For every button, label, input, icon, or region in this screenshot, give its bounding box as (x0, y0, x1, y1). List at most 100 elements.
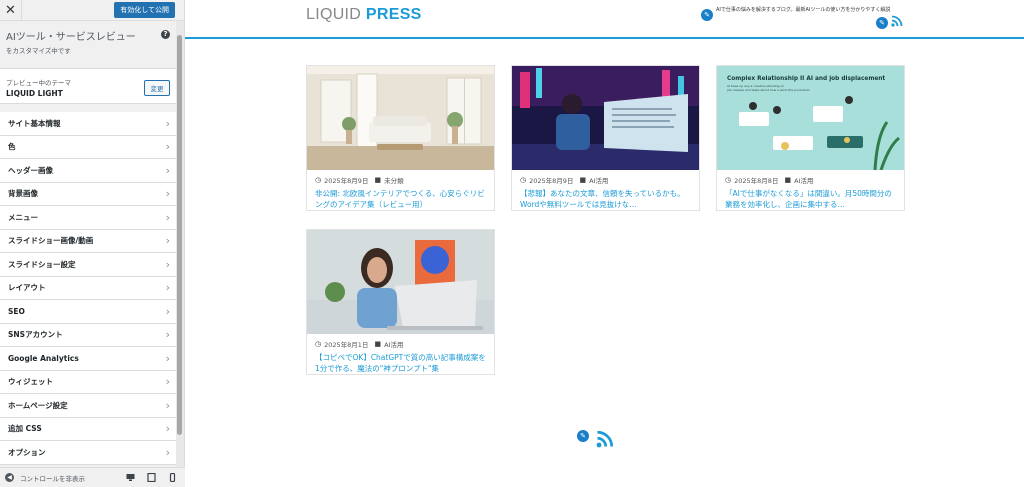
rss-icon[interactable] (891, 15, 903, 27)
menu-item-site-identity[interactable]: サイト基本情報 › (0, 112, 176, 136)
menu-item-slideshow-settings[interactable]: スライドショー設定 › (0, 253, 176, 277)
chevron-right-icon: › (165, 351, 170, 365)
menu-item-label: 背景画像 (8, 189, 38, 199)
post-title[interactable]: 【コピペでOK】ChatGPTで質の高い記事構成案を1分で作る、魔法の"神プロン… (307, 349, 494, 373)
post-card[interactable]: ◷ 2025年8月9日 ■ AI活用 【悲報】あなたの文章、信頼を失っているかも… (511, 65, 700, 211)
menu-item-homepage-settings[interactable]: ホームページ設定 › (0, 394, 176, 418)
menu-item-slideshow-media[interactable]: スライドショー画像/動画 › (0, 229, 176, 253)
post-card[interactable]: ◷ 2025年8月1日 ■ AI活用 【コピペでOK】ChatGPTで質の高い記… (306, 229, 495, 375)
menu-item-label: ヘッダー画像 (8, 165, 53, 175)
chevron-right-icon: › (165, 422, 170, 436)
chevron-right-icon: › (165, 375, 170, 389)
sidebar-scrollbar[interactable] (176, 21, 184, 467)
menu-item-google-analytics[interactable]: Google Analytics › (0, 347, 176, 371)
menu-item-label: 追加 CSS (8, 424, 42, 434)
post-category[interactable]: AI活用 (794, 175, 813, 185)
chevron-right-icon: › (165, 210, 170, 224)
menu-item-colors[interactable]: 色 › (0, 135, 176, 159)
menu-item-header-image[interactable]: ヘッダー画像 › (0, 159, 176, 183)
folder-icon: ■ (374, 176, 382, 184)
menu-item-label: スライドショー画像/動画 (8, 236, 94, 246)
scrollbar-thumb[interactable] (177, 35, 182, 435)
post-date: 2025年8月9日 (324, 177, 369, 185)
post-thumbnail-living-room[interactable] (307, 66, 494, 170)
menu-item-widgets[interactable]: ウィジェット › (0, 370, 176, 394)
edit-shortcut-icon[interactable]: ✎ (701, 9, 713, 21)
change-theme-button[interactable]: 変更 (144, 80, 170, 96)
post-meta: ◷ 2025年8月9日 ■ 未分類 (307, 170, 494, 185)
post-card[interactable]: Complex Relationship II AI and job displ… (716, 65, 905, 211)
edit-shortcut-icon[interactable]: ✎ (876, 17, 888, 29)
post-meta: ◷ 2025年8月9日 ■ AI活用 (512, 170, 699, 185)
post-title[interactable]: 非公開: 北欧風インテリアでつくる、心安らぐリビングのアイデア集（レビュー用） (307, 185, 494, 209)
chevron-right-icon: › (165, 398, 170, 412)
clock-icon: ◷ (520, 176, 527, 184)
device-preview-switcher (126, 472, 177, 483)
folder-icon: ■ (374, 340, 382, 348)
customizer-header: AIツール・サービスレビュー をカスタマイズ中です ? (0, 21, 184, 61)
clock-icon: ◷ (725, 176, 732, 184)
post-category[interactable]: AI活用 (589, 175, 608, 185)
menu-item-label: SNSアカウント (8, 330, 63, 340)
chevron-right-icon: › (165, 163, 170, 177)
menu-item-label: ウィジェット (8, 377, 53, 387)
chevron-right-icon: › (165, 445, 170, 459)
clock-icon: ◷ (315, 176, 322, 184)
thumbnail-subtext-2: job reviews and tasks about how a work t… (726, 88, 810, 92)
menu-item-label: レイアウト (8, 283, 46, 293)
menu-item-menus[interactable]: メニュー › (0, 206, 176, 230)
post-thumbnail-job-displacement[interactable]: Complex Relationship II AI and job displ… (717, 66, 904, 170)
menu-item-label: SEO (8, 306, 25, 316)
post-title[interactable]: 【悲報】あなたの文章、信頼を失っているかも。Wordや無料ツールでは見抜けな… (512, 185, 699, 209)
chevron-right-icon: › (165, 187, 170, 201)
sidebar-top-bar: ✕ 有効化して公開 (0, 0, 184, 21)
post-thumbnail-woman-laptop[interactable] (307, 230, 494, 334)
menu-item-sns-accounts[interactable]: SNSアカウント › (0, 323, 176, 347)
menu-item-additional-css[interactable]: 追加 CSS › (0, 417, 176, 441)
post-title[interactable]: 「AIで仕事がなくなる」は間違い。月50時間分の業務を効率化し、企画に集中する… (717, 185, 904, 209)
collapse-sidebar-icon[interactable]: ◀ (5, 473, 14, 482)
customizer-subtitle: をカスタマイズ中です (6, 47, 71, 55)
menu-item-background-image[interactable]: 背景画像 › (0, 182, 176, 206)
menu-item-label: サイト基本情報 (8, 118, 61, 128)
menu-item-label: ホームページ設定 (8, 400, 68, 410)
desktop-icon[interactable] (126, 473, 135, 482)
chevron-right-icon: › (165, 234, 170, 248)
post-thumbnail-neon-coder[interactable] (512, 66, 699, 170)
customizer-title: AIツール・サービスレビュー (6, 32, 136, 43)
post-category[interactable]: AI活用 (384, 339, 403, 349)
tablet-icon[interactable] (147, 472, 156, 483)
mobile-icon[interactable] (168, 472, 177, 483)
menu-item-label: メニュー (8, 212, 38, 222)
menu-item-layout[interactable]: レイアウト › (0, 276, 176, 300)
post-date: 2025年8月9日 (529, 177, 574, 185)
theme-preview-box: プレビュー中のテーマ LIQUID LIGHT 変更 (0, 68, 176, 104)
menu-item-seo[interactable]: SEO › (0, 300, 176, 324)
publish-button[interactable]: 有効化して公開 (114, 2, 175, 18)
post-category[interactable]: 未分類 (384, 175, 404, 185)
customizer-sidebar: ✕ 有効化して公開 AIツール・サービスレビュー をカスタマイズ中です ? プレ… (0, 0, 185, 487)
folder-icon: ■ (784, 176, 792, 184)
thumbnail-heading: Complex Relationship II AI and job displ… (727, 76, 885, 82)
menu-item-label: 色 (8, 142, 16, 152)
site-description: AIで仕事の悩みを解決するブログ。最新AIツールの使い方を分かりやすく解説 (716, 7, 891, 13)
menu-item-label: スライドショー設定 (8, 259, 76, 269)
chevron-right-icon: › (165, 257, 170, 271)
post-meta: ◷ 2025年8月8日 ■ AI活用 (717, 170, 904, 185)
post-date: 2025年8月8日 (734, 177, 779, 185)
edit-shortcut-icon[interactable]: ✎ (577, 430, 589, 442)
header-divider (185, 37, 1024, 39)
menu-item-label: Google Analytics (8, 353, 79, 363)
chevron-right-icon: › (165, 281, 170, 295)
help-icon[interactable]: ? (161, 30, 170, 39)
rss-icon[interactable] (596, 430, 614, 448)
menu-item-options[interactable]: オプション › (0, 441, 176, 465)
menu-item-label: オプション (8, 447, 46, 457)
post-card[interactable]: ◷ 2025年8月9日 ■ 未分類 非公開: 北欧風インテリアでつくる、心安らぐ… (306, 65, 495, 211)
hide-controls-label[interactable]: コントロールを非表示 (20, 473, 85, 483)
site-logo[interactable]: LIQUID PRESS (306, 6, 422, 24)
close-icon[interactable]: ✕ (0, 0, 22, 21)
logo-text-press: PRESS (365, 6, 422, 23)
site-preview: LIQUID PRESS ✎ AIで仕事の悩みを解決するブログ。最新AIツールの… (185, 0, 1024, 487)
chevron-right-icon: › (165, 116, 170, 130)
